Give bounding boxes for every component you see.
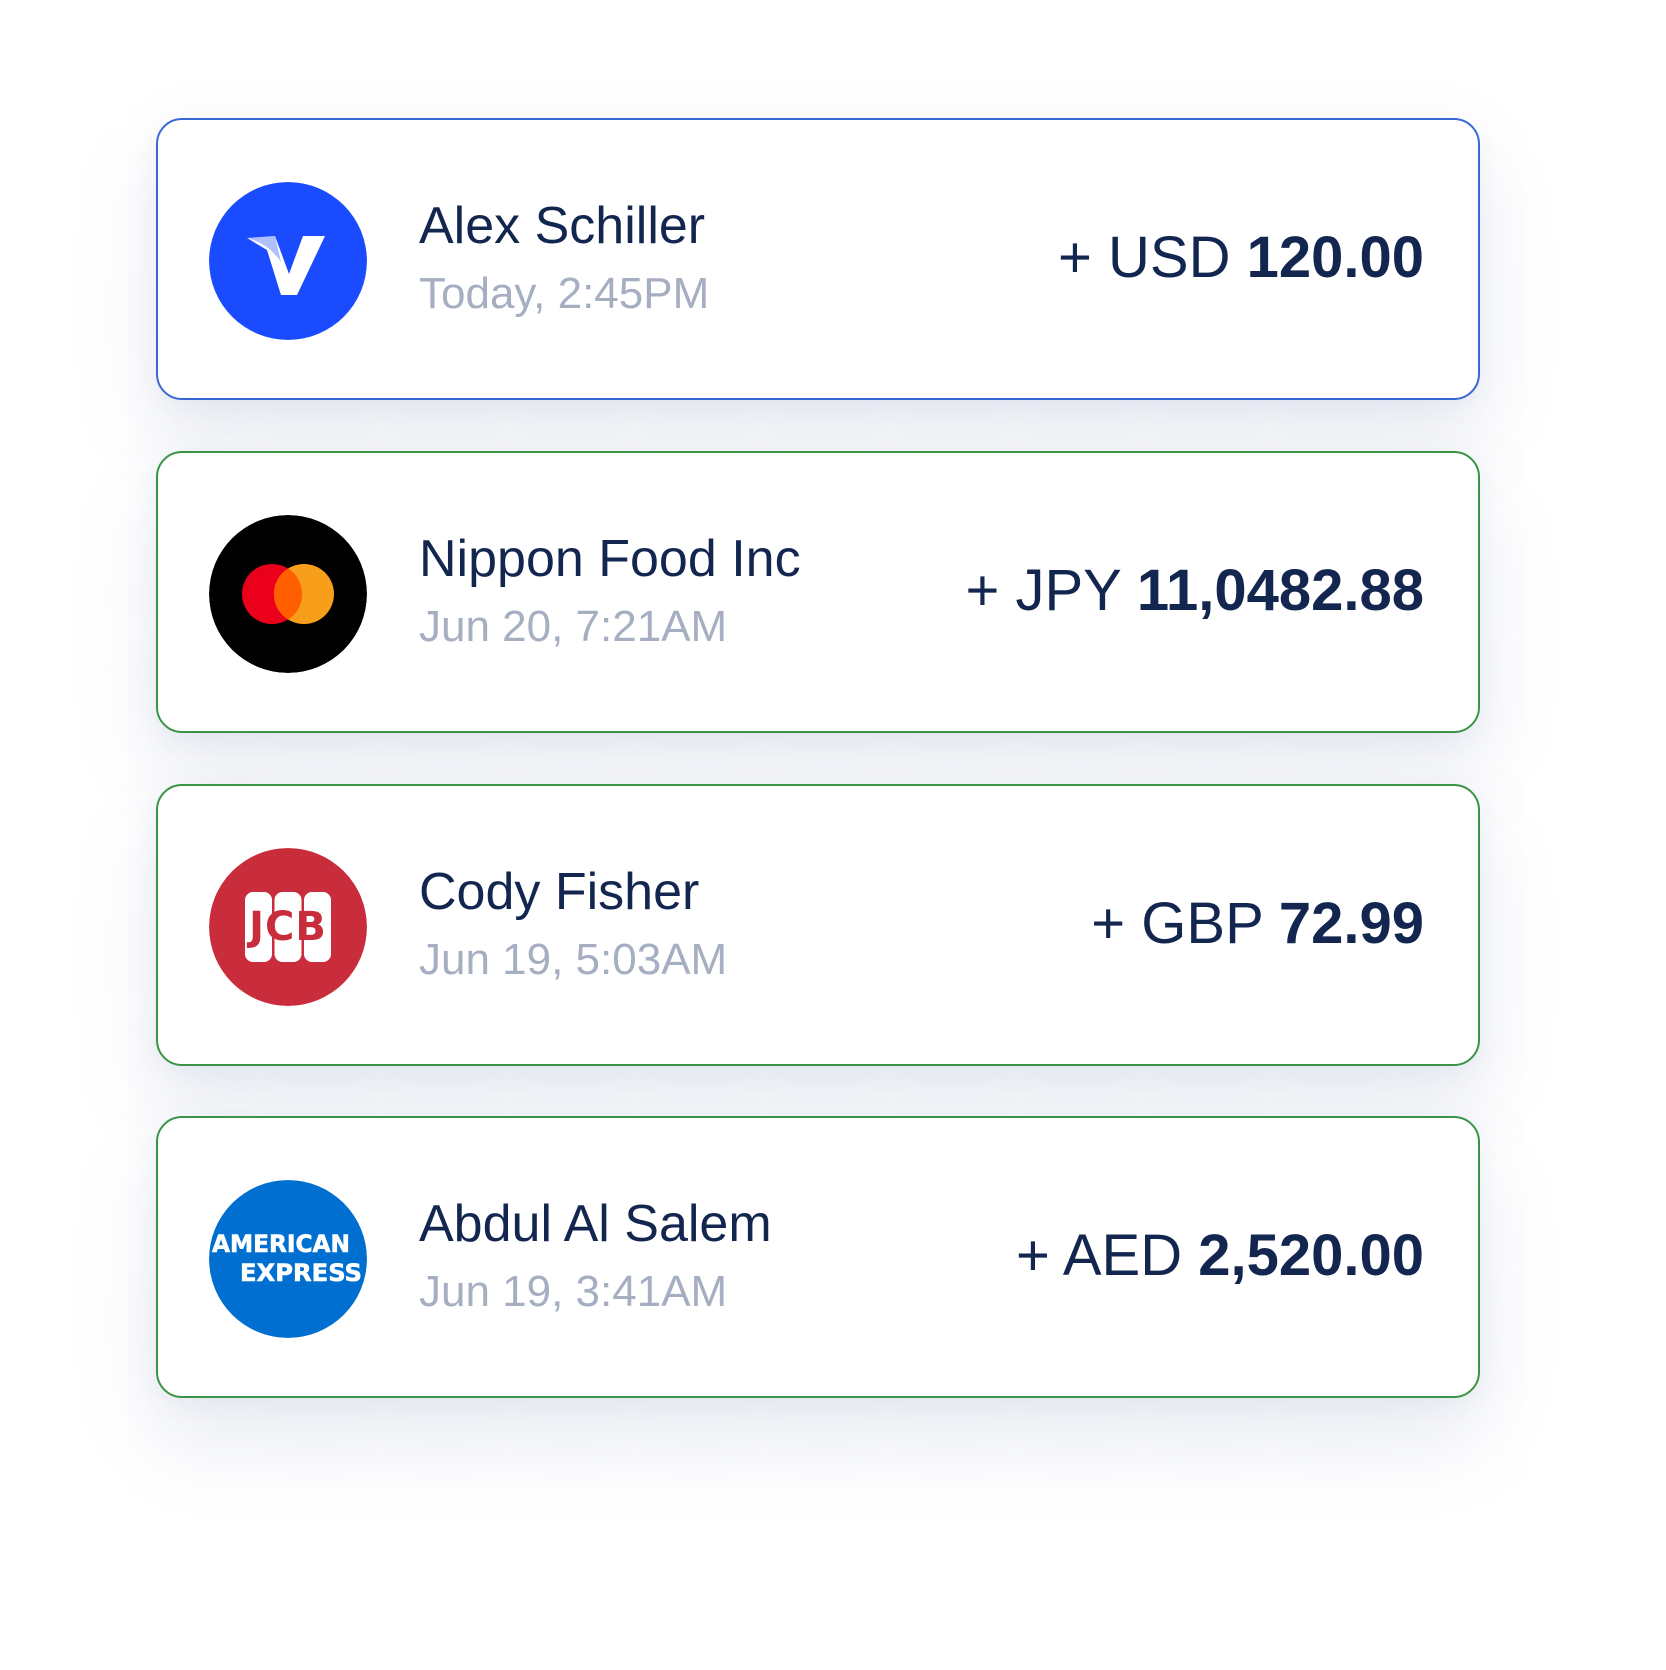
payer-name: Nippon Food Inc: [419, 530, 801, 588]
transaction-amount: + USD 120.00: [1058, 224, 1424, 292]
jcb-card-icon: JCB: [209, 848, 367, 1006]
jcb-logo-text: JCB: [246, 904, 327, 950]
amount-sign: +: [965, 558, 1000, 623]
transaction-list: Alex Schiller Today, 2:45PM + USD 120.00…: [0, 0, 1666, 1670]
amount-sign: +: [1058, 225, 1092, 290]
transaction-amount: + GBP 72.99: [1091, 890, 1424, 958]
payer-name: Alex Schiller: [419, 197, 706, 255]
mastercard-icon: [209, 515, 367, 673]
transaction-card-alex-schiller[interactable]: Alex Schiller Today, 2:45PM + USD 120.00: [156, 118, 1480, 400]
payer-name: Abdul Al Salem: [419, 1195, 772, 1253]
transaction-card-nippon-food-inc[interactable]: Nippon Food Inc Jun 20, 7:21AM + JPY 11,…: [156, 451, 1480, 733]
amex-logo-line-2: EXPRESS: [240, 1259, 362, 1287]
amount-value: 11,0482.88: [1136, 558, 1424, 623]
visa-card-icon: [209, 182, 367, 340]
amount-value: 72.99: [1278, 891, 1424, 956]
amount-currency: USD: [1108, 225, 1231, 290]
amount-currency: AED: [1062, 1223, 1183, 1288]
transaction-time: Jun 19, 5:03AM: [419, 935, 728, 984]
transaction-card-cody-fisher[interactable]: JCB Cody Fisher Jun 19, 5:03AM + GBP 72.…: [156, 784, 1480, 1066]
amex-logo-line-1: AMERICAN: [212, 1230, 350, 1258]
amount-sign: +: [1016, 1223, 1050, 1288]
american-express-icon: AMERICAN EXPRESS: [209, 1180, 367, 1338]
amount-currency: GBP: [1141, 891, 1263, 956]
amount-value: 2,520.00: [1198, 1223, 1424, 1288]
amount-sign: +: [1091, 891, 1126, 956]
transaction-time: Jun 19, 3:41AM: [419, 1267, 728, 1316]
transaction-time: Today, 2:45PM: [419, 269, 710, 318]
payer-name: Cody Fisher: [419, 863, 700, 921]
transaction-amount: + AED 2,520.00: [1016, 1222, 1424, 1290]
transaction-amount: + JPY 11,0482.88: [965, 557, 1424, 625]
transaction-card-abdul-al-salem[interactable]: AMERICAN EXPRESS Abdul Al Salem Jun 19, …: [156, 1116, 1480, 1398]
transaction-time: Jun 20, 7:21AM: [419, 602, 728, 651]
amount-currency: JPY: [1015, 558, 1121, 623]
amount-value: 120.00: [1246, 225, 1424, 290]
